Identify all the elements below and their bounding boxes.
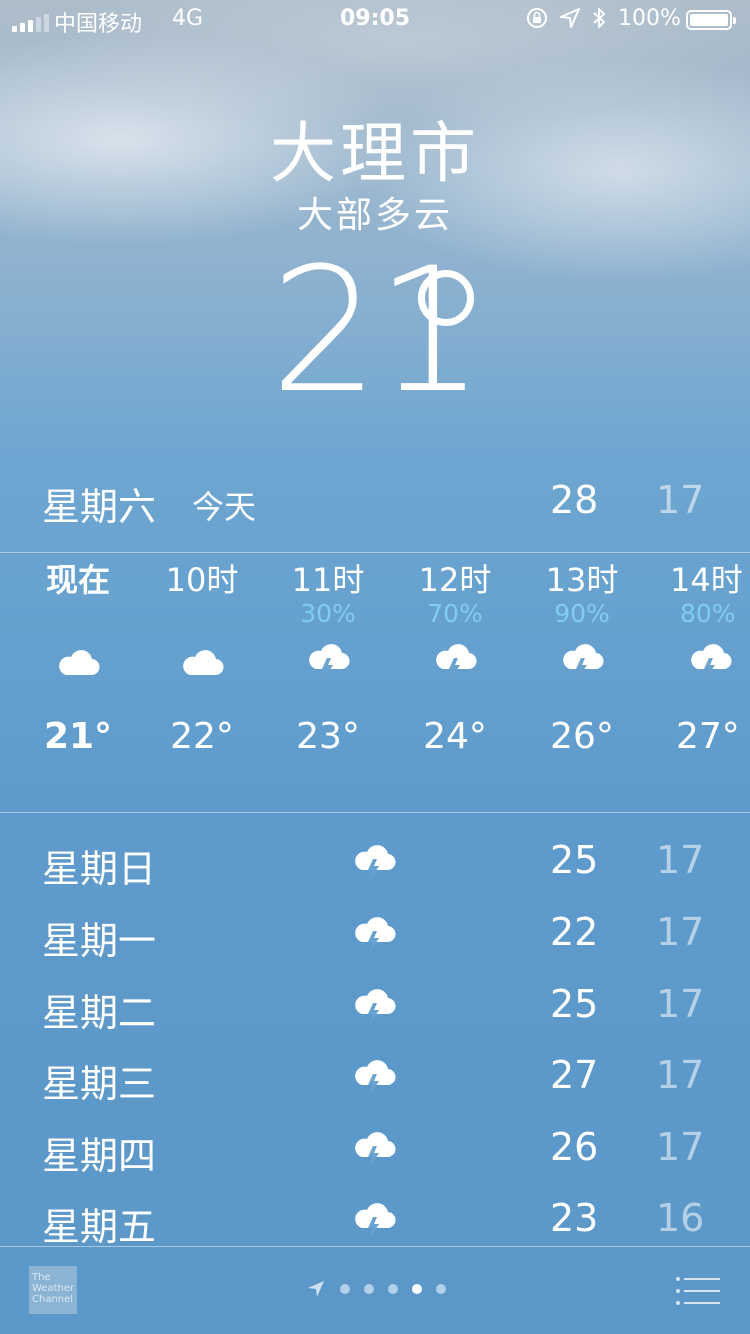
hourly-item: 10时 22° bbox=[142, 560, 262, 757]
hour-precip: 30% bbox=[300, 599, 356, 628]
today-day: 星期六 bbox=[42, 485, 157, 529]
degree-symbol bbox=[418, 270, 474, 326]
daily-row: 星期一 22 17 bbox=[0, 902, 750, 972]
bluetooth-icon bbox=[593, 8, 605, 28]
thunderstorm-icon bbox=[352, 1059, 396, 1103]
hour-temp: 22° bbox=[170, 716, 234, 757]
daily-low: 17 bbox=[656, 1053, 705, 1097]
cloud-icon bbox=[18, 628, 138, 698]
divider-middle bbox=[0, 812, 750, 813]
divider-top bbox=[0, 552, 750, 553]
hour-time: 13时 bbox=[545, 561, 619, 599]
logo-line: Weather bbox=[32, 1283, 75, 1294]
page-dot bbox=[388, 1284, 398, 1294]
hour-precip: 70% bbox=[427, 599, 483, 628]
hour-temp: 24° bbox=[423, 716, 487, 757]
thunderstorm-icon bbox=[268, 628, 388, 698]
page-dot bbox=[364, 1284, 374, 1294]
thunderstorm-icon bbox=[352, 988, 396, 1032]
thunderstorm-icon bbox=[352, 844, 396, 888]
hour-temp: 23° bbox=[296, 716, 360, 757]
status-bar: 中国移动 4G 09:05 100% bbox=[0, 0, 750, 40]
daily-high: 23 bbox=[550, 1196, 599, 1240]
thunderstorm-icon bbox=[352, 1202, 396, 1246]
hour-time: 14时 bbox=[670, 561, 743, 599]
cloud-icon bbox=[142, 628, 262, 698]
daily-low: 17 bbox=[656, 910, 705, 954]
daily-high: 27 bbox=[550, 1053, 599, 1097]
daily-low: 17 bbox=[656, 1125, 705, 1169]
hour-time: 10时 bbox=[165, 561, 239, 599]
hour-temp: 21° bbox=[43, 716, 113, 757]
thunderstorm-icon bbox=[352, 916, 396, 960]
hour-time: 11时 bbox=[291, 561, 365, 599]
logo-line: Channel bbox=[32, 1294, 74, 1305]
hourly-forecast[interactable]: 现在 21° 10时 22° 11时 30% 23° 12时 70% 24° 1… bbox=[0, 560, 750, 810]
thunderstorm-icon bbox=[395, 628, 515, 698]
location-arrow-icon bbox=[560, 8, 580, 28]
city-list-icon[interactable] bbox=[675, 1276, 721, 1306]
bottom-toolbar: The Weather Channel bbox=[0, 1246, 750, 1334]
daily-high: 25 bbox=[550, 838, 599, 882]
daily-low: 17 bbox=[656, 982, 705, 1026]
thunderstorm-icon bbox=[522, 628, 642, 698]
weather-channel-logo[interactable]: The Weather Channel bbox=[29, 1266, 77, 1314]
daily-high: 22 bbox=[550, 910, 599, 954]
hour-precip bbox=[142, 600, 262, 628]
daily-low: 17 bbox=[656, 838, 705, 882]
today-label: 今天 bbox=[192, 488, 257, 526]
hour-time: 现在 bbox=[45, 561, 110, 599]
location-arrow-icon bbox=[308, 1281, 324, 1297]
logo-line: The bbox=[32, 1272, 51, 1283]
hour-precip: 80% bbox=[680, 599, 736, 628]
daily-high: 26 bbox=[550, 1125, 599, 1169]
page-indicator[interactable] bbox=[306, 1279, 446, 1299]
hourly-item: 11时 30% 23° bbox=[268, 560, 388, 757]
daily-high: 25 bbox=[550, 982, 599, 1026]
hourly-item: 现在 21° bbox=[18, 560, 138, 757]
daily-day: 星期日 bbox=[42, 847, 157, 891]
today-low: 17 bbox=[656, 478, 705, 522]
thunderstorm-icon bbox=[352, 1131, 396, 1175]
daily-row: 星期三 27 17 bbox=[0, 1045, 750, 1115]
hour-temp: 27° bbox=[676, 716, 740, 757]
city-name: 大理市 bbox=[270, 115, 480, 192]
battery-icon bbox=[686, 10, 736, 30]
page-dot bbox=[340, 1284, 350, 1294]
daily-day: 星期一 bbox=[42, 919, 157, 963]
daily-row: 星期二 25 17 bbox=[0, 974, 750, 1044]
orientation-lock-icon bbox=[527, 8, 547, 28]
daily-day: 星期四 bbox=[42, 1134, 157, 1178]
hour-temp: 26° bbox=[550, 716, 614, 757]
hour-precip: 90% bbox=[554, 599, 610, 628]
daily-day: 星期三 bbox=[42, 1062, 157, 1106]
hour-time: 12时 bbox=[418, 561, 492, 599]
hour-precip bbox=[18, 600, 138, 628]
thunderstorm-icon bbox=[630, 628, 750, 698]
hourly-item: 12时 70% 24° bbox=[395, 560, 515, 757]
hourly-item: 14时 80% 27° bbox=[630, 560, 750, 757]
page-dot bbox=[436, 1284, 446, 1294]
daily-day: 星期二 bbox=[42, 991, 157, 1035]
today-high: 28 bbox=[550, 478, 599, 522]
today-summary: 星期六 今天 28 17 bbox=[0, 472, 750, 532]
battery-percentage: 100% bbox=[618, 6, 681, 31]
daily-row: 星期日 25 17 bbox=[0, 830, 750, 900]
hourly-item: 13时 90% 26° bbox=[522, 560, 642, 757]
page-dot-active bbox=[412, 1284, 422, 1294]
daily-low: 16 bbox=[656, 1196, 705, 1240]
daily-row: 星期四 26 17 bbox=[0, 1117, 750, 1187]
daily-day: 星期五 bbox=[42, 1205, 157, 1249]
